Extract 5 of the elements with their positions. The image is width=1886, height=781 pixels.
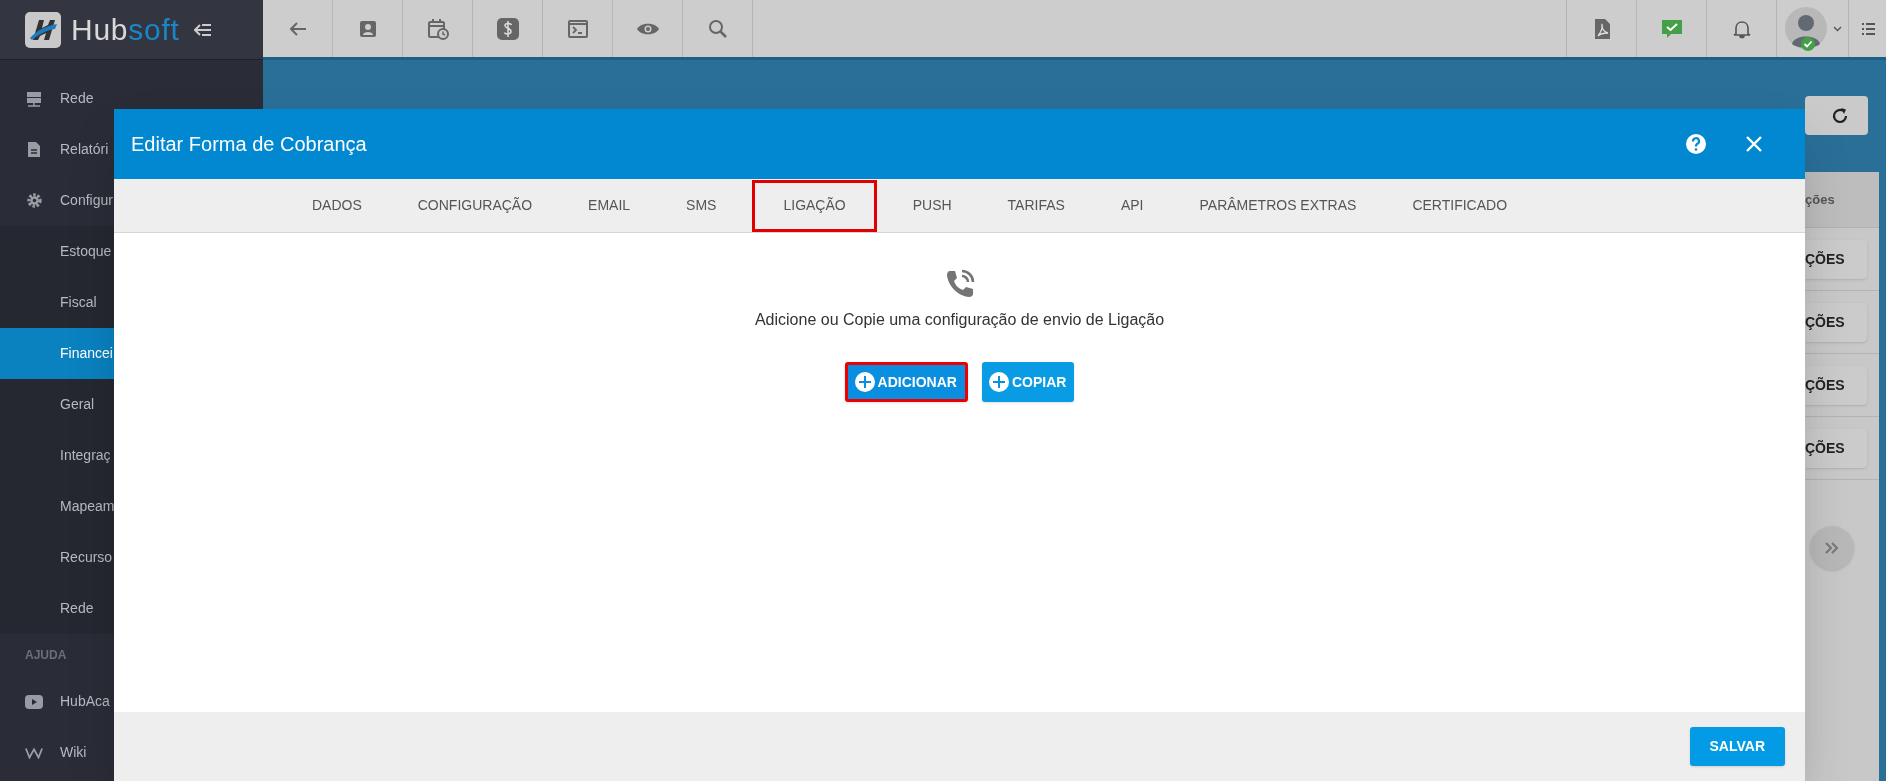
empty-state-message: Adicione ou Copie uma configuração de envio de Ligação <box>754 310 1165 330</box>
section-heading: AJUDA <box>25 647 67 664</box>
column-header: ções <box>1805 190 1835 209</box>
modal-title: Editar Forma de Cobrança <box>131 132 367 157</box>
brand-name: Hubsoft <box>71 14 180 45</box>
